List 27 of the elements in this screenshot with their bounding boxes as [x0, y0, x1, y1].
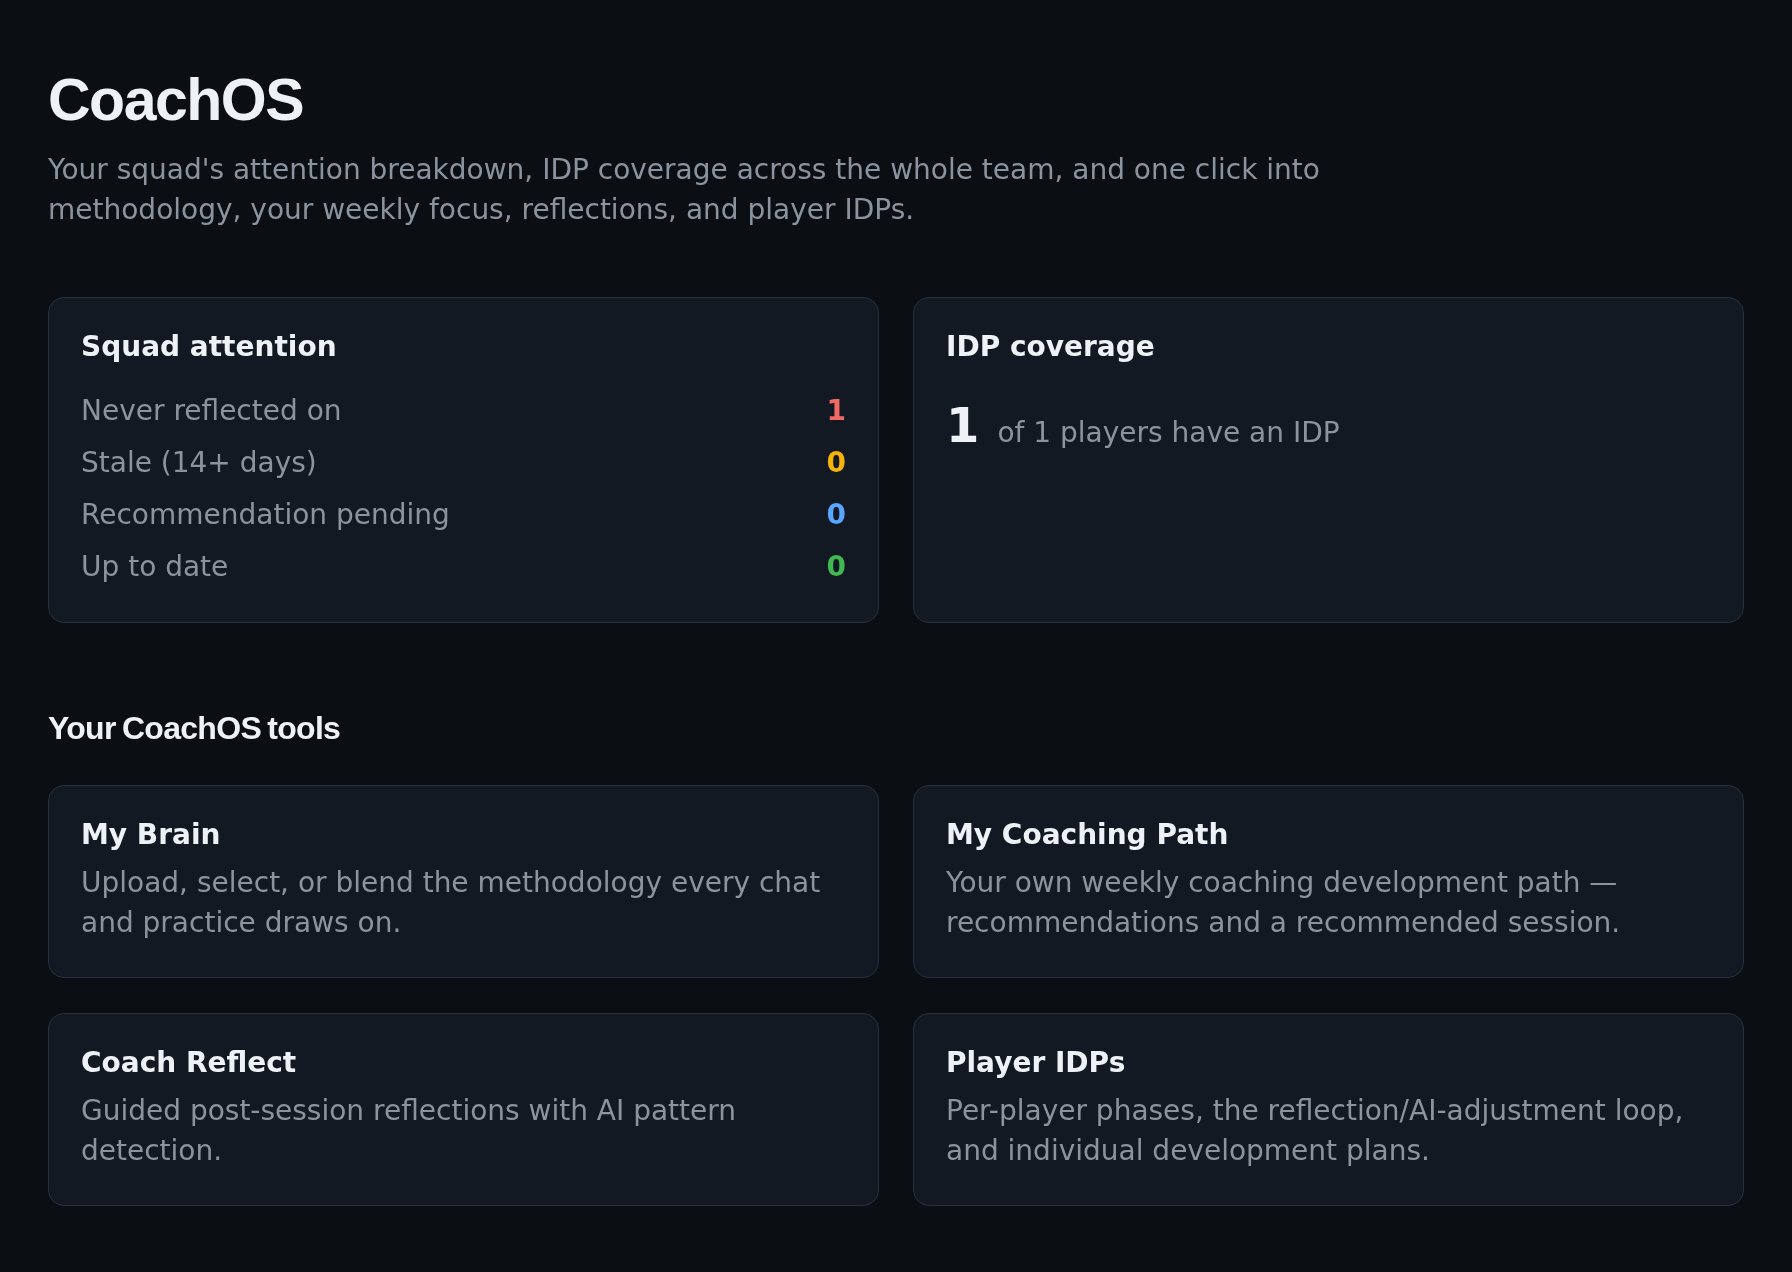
card-title: IDP coverage	[946, 330, 1156, 364]
attention-label: Up to date	[81, 549, 229, 585]
tool-description: Guided post-session reflections with AI pattern detection.	[81, 1093, 738, 1169]
tool-title: Player IDPs	[946, 1046, 1127, 1080]
attention-count: 0	[826, 445, 846, 481]
tool-card[interactable]: Player IDPs Per-player phases, the reflection/AI-adjustment loop, and individual development plans.	[913, 1013, 1744, 1206]
page-title: CoachOS	[48, 68, 304, 132]
tool-title: Coach Reflect	[81, 1046, 298, 1080]
tool-description: Upload, select, or blend the methodology every chat and practice draws on.	[81, 865, 822, 941]
tool-card[interactable]: Coach Reflect Guided post-session reflections with AI pattern detection.	[48, 1013, 879, 1206]
attention-count: 1	[826, 393, 846, 429]
attention-count: 0	[826, 549, 846, 585]
tool-description: Your own weekly coaching development path — recommendations and a recommended session.	[946, 865, 1622, 941]
tool-card[interactable]: My Coaching Path Your own weekly coaching development path — recommendations and a recommended session.	[913, 785, 1744, 978]
attention-label: Never reflected on	[81, 393, 342, 429]
tool-card[interactable]: My Brain Upload, select, or blend the methodology every chat and practice draws on.	[48, 785, 879, 978]
section-heading: Your CoachOS tools	[48, 710, 341, 746]
tool-description: Per-player phases, the reflection/AI-adjustment loop, and individual development plans.	[946, 1093, 1685, 1169]
coverage-count: 1	[946, 398, 980, 452]
card-title: Squad attention	[81, 330, 338, 364]
attention-count: 0	[826, 497, 846, 533]
coverage-caption: of 1 players have an IDP	[997, 415, 1340, 451]
tool-title: My Coaching Path	[946, 818, 1230, 852]
attention-label: Recommendation pending	[81, 497, 450, 533]
tool-title: My Brain	[81, 818, 222, 852]
page-subtitle: Your squad's attention breakdown, IDP coverage across the whole team, and one click into methodology, your weekly focus, reflections, and player IDPs.	[48, 152, 1321, 228]
attention-label: Stale (14+ days)	[81, 445, 317, 481]
